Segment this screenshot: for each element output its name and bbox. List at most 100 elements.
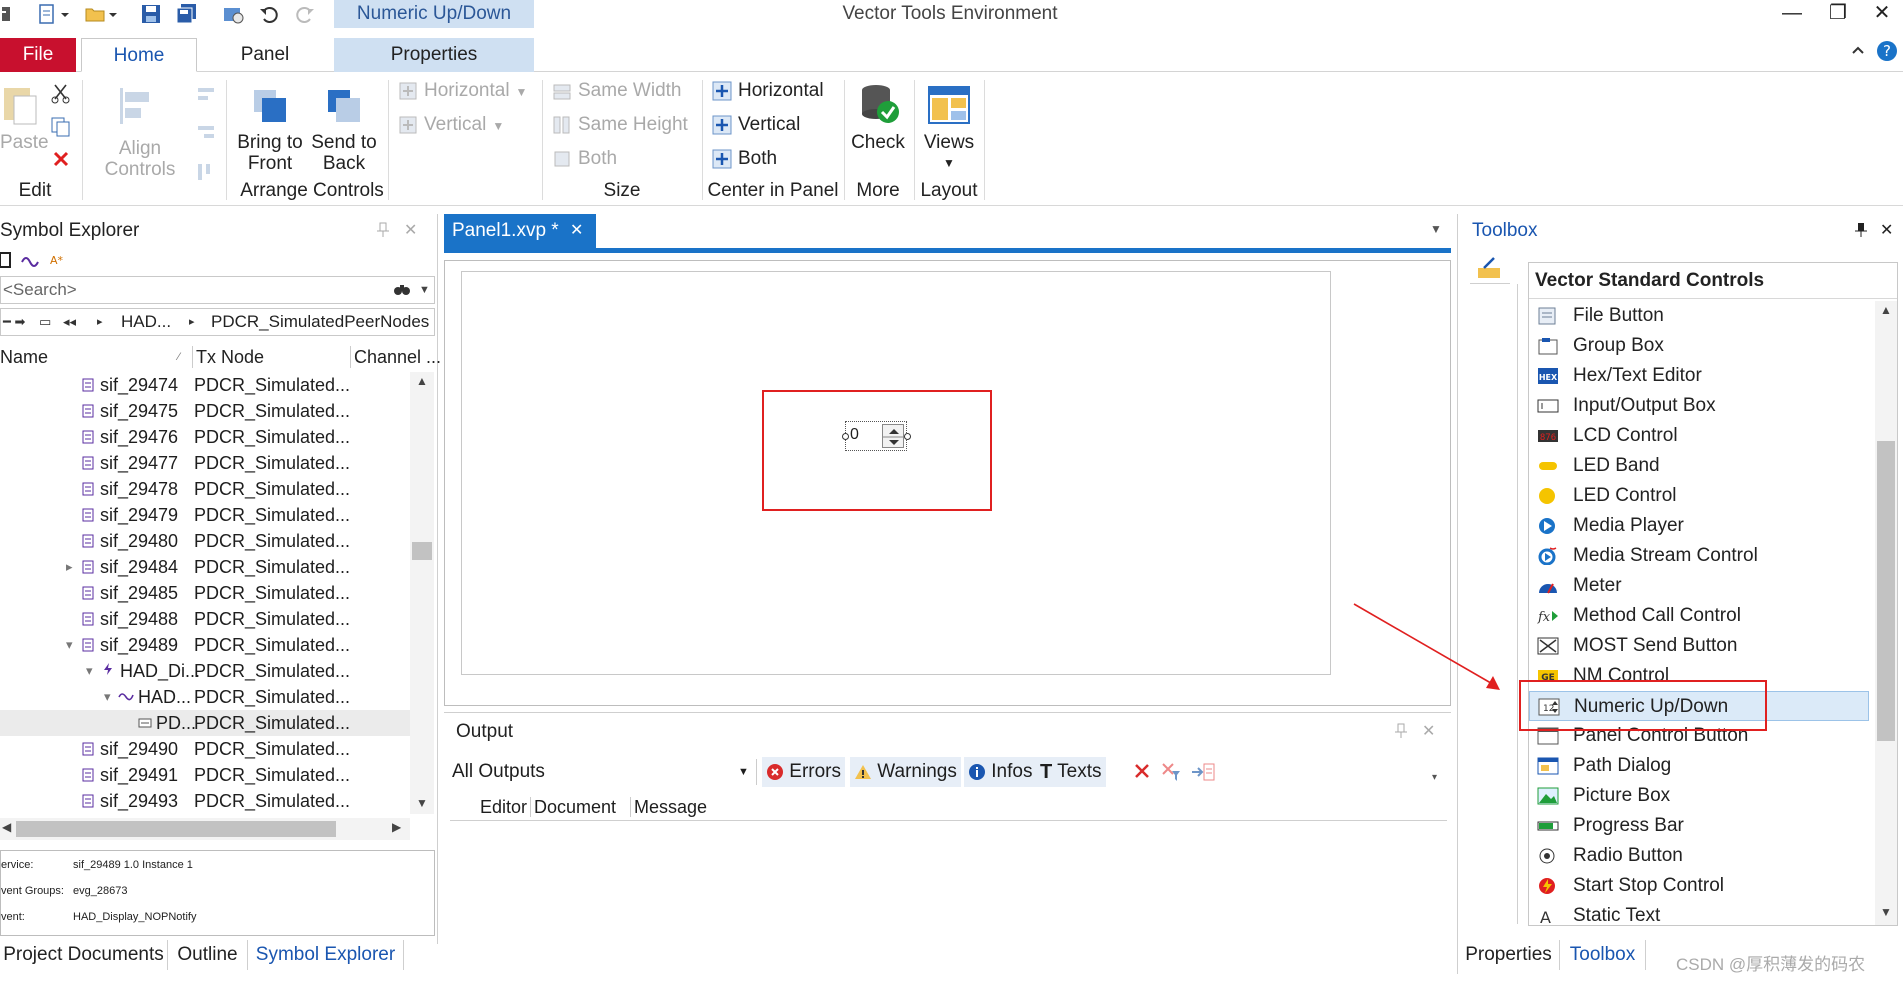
tab-panel[interactable]: Panel xyxy=(205,38,325,72)
table-row[interactable]: sif_29480 PDCR_Simulated... xyxy=(0,528,410,554)
collapse-ribbon-icon[interactable] xyxy=(1850,42,1866,58)
scrollbar-thumb[interactable] xyxy=(412,542,432,560)
toolbox-item-progress-bar[interactable]: Progress Bar xyxy=(1529,811,1869,841)
toolbox-item-path-dialog[interactable]: Path Dialog xyxy=(1529,751,1869,781)
scroll-left-icon[interactable]: ◀ xyxy=(2,820,11,834)
table-row[interactable]: sif_29493 PDCR_Simulated... xyxy=(0,788,410,814)
center-vertical-button[interactable]: Vertical xyxy=(712,110,800,140)
close-pane-icon[interactable]: ✕ xyxy=(1880,220,1893,240)
toolbox-item-radio-button[interactable]: Radio Button xyxy=(1529,841,1869,871)
spin-buttons[interactable] xyxy=(882,424,905,448)
undo-icon[interactable] xyxy=(258,3,280,25)
tab-symbol-explorer[interactable]: Symbol Explorer xyxy=(248,940,404,970)
tab-home[interactable]: Home xyxy=(81,38,197,72)
scrollbar-thumb[interactable] xyxy=(1877,441,1895,741)
clear-output-icon[interactable] xyxy=(1132,761,1152,781)
document-list-icon[interactable]: ▼ xyxy=(1430,222,1442,236)
errors-filter-button[interactable]: Errors xyxy=(762,757,846,787)
toolbox-item-media-stream-control[interactable]: Media Stream Control xyxy=(1529,541,1869,571)
table-row[interactable]: sif_29479 PDCR_Simulated... xyxy=(0,502,410,528)
check-button[interactable]: Check xyxy=(846,132,910,153)
scroll-right-icon[interactable]: ▶ xyxy=(392,820,401,834)
binoculars-icon[interactable] xyxy=(393,280,411,298)
pin-icon[interactable] xyxy=(1854,222,1868,238)
infos-filter-button[interactable]: Infos xyxy=(964,757,1037,787)
resize-handle[interactable] xyxy=(904,433,911,440)
vertical-scrollbar[interactable]: ▲ ▼ xyxy=(410,372,434,814)
column-header-document[interactable]: Document xyxy=(534,793,616,821)
column-header-editor[interactable]: Editor xyxy=(480,793,527,821)
collapse-icon[interactable]: ▾ xyxy=(104,684,111,710)
views-button[interactable]: Views ▼ xyxy=(916,132,982,174)
tab-toolbox-pane[interactable]: Toolbox xyxy=(1560,940,1646,970)
views-icon[interactable] xyxy=(928,86,970,126)
table-row[interactable]: ▾ HAD... PDCR_Simulated... xyxy=(0,684,410,710)
warnings-filter-button[interactable]: Warnings xyxy=(850,757,961,787)
same-width-button[interactable]: Same Width xyxy=(552,76,681,106)
column-header-name[interactable]: Name xyxy=(0,342,48,372)
toolbox-item-input-output-box[interactable]: Input/Output Box xyxy=(1529,391,1869,421)
minimize-button[interactable]: — xyxy=(1772,0,1812,28)
clear-filter-icon[interactable] xyxy=(1160,761,1184,783)
column-header-message[interactable]: Message xyxy=(634,793,707,821)
numeric-up-down-control[interactable]: 0 xyxy=(842,421,911,451)
help-icon[interactable]: ? xyxy=(1876,40,1898,62)
tab-project-documents[interactable]: Project Documents xyxy=(0,940,168,970)
column-header-channel[interactable]: Channel ... xyxy=(354,342,441,372)
resize-handle[interactable] xyxy=(842,433,849,440)
table-row[interactable]: ▸ sif_29484 PDCR_Simulated... xyxy=(0,554,410,580)
center-both-button[interactable]: Both xyxy=(712,144,777,174)
pin-icon[interactable] xyxy=(376,222,390,238)
table-row[interactable]: sif_29478 PDCR_Simulated... xyxy=(0,476,410,502)
send-to-back-button[interactable]: Send to Back xyxy=(306,132,382,174)
table-row[interactable]: sif_29477 PDCR_Simulated... xyxy=(0,450,410,476)
close-window-button[interactable]: ✕ xyxy=(1862,0,1902,28)
toolbox-item-most-send-button[interactable]: MOST Send Button xyxy=(1529,631,1869,661)
new-document-icon[interactable] xyxy=(36,3,58,25)
table-row-selected[interactable]: PD... PDCR_Simulated... xyxy=(0,710,410,736)
toolbox-category-tab[interactable] xyxy=(1470,252,1510,284)
collapse-icon[interactable]: ▾ xyxy=(66,632,73,658)
toolbox-item-lcd-control[interactable]: 876 LCD Control xyxy=(1529,421,1869,451)
copy-icon[interactable] xyxy=(50,116,72,138)
toolbox-item-led-band[interactable]: LED Band xyxy=(1529,451,1869,481)
bring-to-front-button[interactable]: Bring to Front xyxy=(230,132,310,174)
table-row[interactable]: sif_29474 PDCR_Simulated... xyxy=(0,372,410,398)
scroll-up-icon[interactable]: ▲ xyxy=(416,374,428,388)
bring-to-front-icon[interactable] xyxy=(250,86,290,126)
expand-icon[interactable]: ▸ xyxy=(66,554,73,580)
toolbox-item-group-box[interactable]: Group Box xyxy=(1529,331,1869,361)
scrollbar-thumb[interactable] xyxy=(16,821,336,837)
toolbox-item-meter[interactable]: Meter xyxy=(1529,571,1869,601)
toolbox-item-method-call-control[interactable]: fx Method Call Control xyxy=(1529,601,1869,631)
open-folder-icon[interactable] xyxy=(84,3,106,25)
texts-filter-button[interactable]: T Texts xyxy=(1036,757,1106,787)
check-icon[interactable] xyxy=(858,82,900,126)
breadcrumb-item[interactable]: HAD... xyxy=(121,309,171,335)
redo-icon[interactable] xyxy=(294,3,316,25)
table-row[interactable]: sif_29475 PDCR_Simulated... xyxy=(0,398,410,424)
toolbox-item-led-control[interactable]: LED Control xyxy=(1529,481,1869,511)
paste-icon[interactable] xyxy=(0,82,40,126)
center-horizontal-button[interactable]: Horizontal xyxy=(712,76,824,106)
align-controls-icon[interactable] xyxy=(116,86,156,126)
toolbox-item-media-player[interactable]: Media Player xyxy=(1529,511,1869,541)
scroll-down-icon[interactable]: ▼ xyxy=(1880,905,1892,919)
table-row[interactable]: sif_29485 PDCR_Simulated... xyxy=(0,580,410,606)
tab-properties-pane[interactable]: Properties xyxy=(1458,940,1560,970)
delete-icon[interactable] xyxy=(52,150,70,168)
pin-icon[interactable] xyxy=(1394,723,1408,739)
symbol-search-input[interactable]: <Search> ▼ xyxy=(0,276,435,304)
table-row[interactable]: sif_29476 PDCR_Simulated... xyxy=(0,424,410,450)
table-row[interactable]: ▾ sif_29489 PDCR_Simulated... xyxy=(0,632,410,658)
close-tab-icon[interactable]: ✕ xyxy=(570,214,583,248)
same-size-both-button[interactable]: Both xyxy=(552,144,617,174)
chevron-down-icon[interactable] xyxy=(58,3,72,25)
output-filter-select[interactable]: All Outputs ▼ xyxy=(452,755,752,789)
back-icon[interactable]: ━ ➡ xyxy=(3,309,25,335)
app-menu-icon[interactable] xyxy=(0,3,22,25)
scroll-down-icon[interactable]: ▼ xyxy=(416,796,428,810)
close-pane-icon[interactable]: ✕ xyxy=(404,220,417,240)
toolbox-item-hex-text-editor[interactable]: HEX Hex/Text Editor xyxy=(1529,361,1869,391)
tab-properties[interactable]: Properties xyxy=(334,38,534,72)
